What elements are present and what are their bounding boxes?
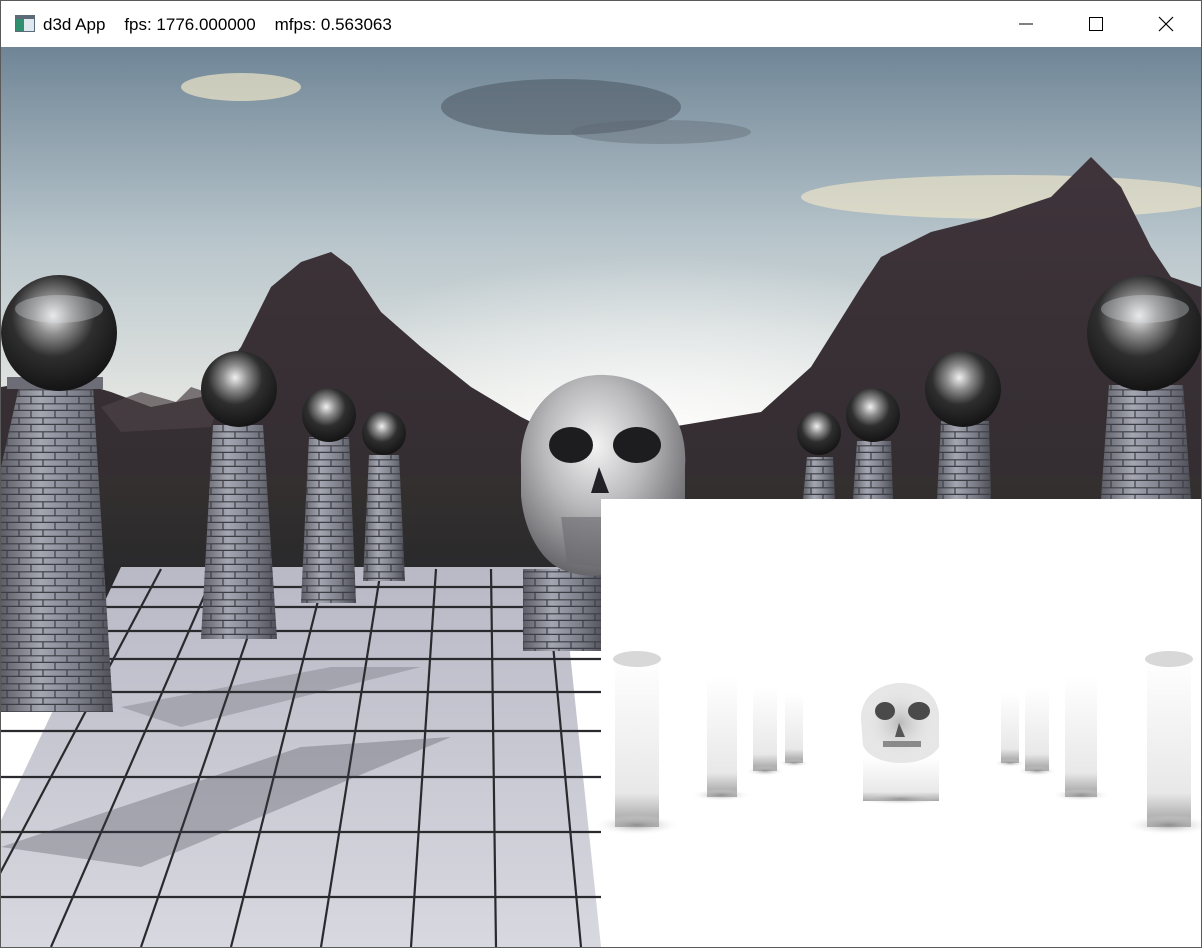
chrome-sphere — [846, 388, 900, 442]
minimize-button[interactable] — [991, 1, 1061, 47]
maximize-icon — [1089, 17, 1103, 31]
title-bar[interactable]: d3d App fps: 1776.000000 mfps: 0.563063 — [1, 1, 1201, 47]
chrome-sphere — [201, 351, 277, 427]
close-button[interactable] — [1131, 1, 1201, 47]
ssao-map-inset — [593, 499, 1201, 947]
maximize-button[interactable] — [1061, 1, 1131, 47]
pillar — [853, 441, 893, 499]
close-icon — [1158, 16, 1174, 32]
app-window: d3d App fps: 1776.000000 mfps: 0.563063 — [0, 0, 1202, 948]
pillar — [1101, 385, 1191, 499]
pillar — [363, 455, 405, 581]
chrome-sphere — [925, 351, 1001, 427]
chrome-sphere — [797, 411, 841, 455]
app-title: d3d App — [43, 15, 106, 34]
pillar — [937, 421, 991, 499]
chrome-sphere — [1087, 275, 1201, 391]
app-icon — [15, 15, 35, 32]
pillar — [803, 457, 835, 499]
chrome-sphere — [1, 275, 117, 391]
skull-pedestal — [523, 569, 605, 651]
scene-render — [1, 47, 1201, 947]
render-viewport[interactable] — [1, 47, 1201, 947]
minimize-icon — [1019, 23, 1033, 25]
chrome-sphere — [362, 411, 406, 455]
chrome-sphere — [302, 388, 356, 442]
window-title: d3d App fps: 1776.000000 mfps: 0.563063 — [43, 15, 392, 35]
pillar — [301, 437, 356, 603]
fps-readout: fps: 1776.000000 — [124, 15, 256, 34]
mfps-readout: mfps: 0.563063 — [274, 15, 392, 34]
